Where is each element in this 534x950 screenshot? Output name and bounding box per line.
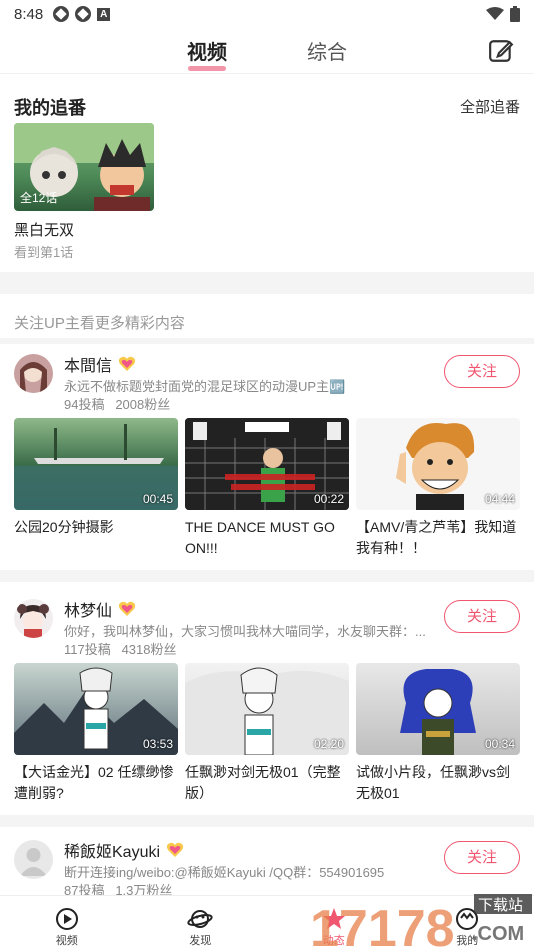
video-title[interactable]: 试做小片段，任飘渺vs剑无极01: [356, 762, 520, 804]
up-description: 断开连接ing/weibo:@稀飯姬Kayuki /QQ群：554901695: [64, 865, 385, 880]
video-item[interactable]: 04:44 【AMV/青之芦苇】我知道我有种！！: [356, 418, 520, 559]
wifi-icon: [486, 7, 504, 20]
episode-count: 全12话: [20, 191, 58, 205]
follow-button[interactable]: 关注: [444, 841, 520, 874]
video-title[interactable]: 任飘渺对剑无极01（完整版）: [185, 762, 349, 804]
anime-progress: 看到第1话: [14, 245, 74, 260]
up-name[interactable]: 本間信: [64, 352, 112, 376]
post-count: 94投稿: [64, 397, 105, 412]
video-duration: 02:20: [313, 737, 344, 751]
section-divider: [0, 338, 534, 344]
follow-hint: 关注UP主看更多精彩内容: [14, 315, 185, 332]
video-thumbnail[interactable]: 03:53: [14, 663, 178, 755]
video-title[interactable]: 【大话金光】02 任缥缈惨遭削弱?: [14, 762, 178, 804]
video-duration: 00:45: [142, 492, 173, 506]
video-thumbnail[interactable]: 00:45: [14, 418, 178, 510]
up-description: 永远不做标题党封面党的混足球区的动漫UP主🆙: [64, 379, 346, 394]
section-divider: [0, 272, 534, 294]
video-duration: 00:34: [484, 737, 515, 751]
avatar[interactable]: [14, 599, 53, 638]
video-thumbnail[interactable]: 02:20: [185, 663, 349, 755]
up-name[interactable]: 林梦仙: [64, 597, 112, 621]
status-bar: 8:48 A: [0, 0, 534, 28]
heart-badge-icon: [118, 601, 136, 616]
follow-button[interactable]: 关注: [444, 600, 520, 633]
video-item[interactable]: 00:34 试做小片段，任飘渺vs剑无极01: [356, 663, 520, 804]
nav-label: 视频: [55, 935, 78, 947]
nav-discover[interactable]: 发现: [134, 896, 268, 950]
video-item[interactable]: 02:20 任飘渺对剑无极01（完整版）: [185, 663, 349, 804]
fan-count: 2008粉丝: [115, 397, 171, 412]
up-name-row: 本間信: [64, 352, 136, 376]
edit-icon[interactable]: [488, 38, 514, 64]
up-stats: 117投稿 4318粉丝: [64, 639, 177, 658]
video-thumbnail[interactable]: 00:34: [356, 663, 520, 755]
video-thumbnail[interactable]: 04:44: [356, 418, 520, 510]
notification-icon: [75, 6, 92, 22]
up-card: 林梦仙 你好，我叫林梦仙，大家习惯叫我林大喵同学，水友聊天群：... 117投稿…: [0, 599, 534, 815]
watermark-text: 17178: [310, 900, 455, 950]
heart-badge-icon: [166, 842, 184, 857]
my-following-section: 我的追番 全部追番 全12话 黑白无双 看到第1话: [0, 76, 534, 272]
tab-video[interactable]: 视频: [147, 36, 267, 65]
nav-video[interactable]: 视频: [0, 896, 134, 950]
video-thumbnail[interactable]: 00:22: [185, 418, 349, 510]
up-stats: 94投稿 2008粉丝: [64, 394, 170, 413]
notification-a-icon: A: [97, 7, 111, 21]
avatar[interactable]: [14, 354, 53, 393]
notification-icon: [53, 6, 70, 22]
section-title: 我的追番: [14, 98, 86, 118]
video-item[interactable]: 03:53 【大话金光】02 任缥缈惨遭削弱?: [14, 663, 178, 804]
watermark-domain: .COM: [472, 923, 524, 945]
up-description: 你好，我叫林梦仙，大家习惯叫我林大喵同学，水友聊天群：...: [64, 624, 426, 639]
video-title[interactable]: THE DANCE MUST GO ON!!!: [185, 517, 349, 559]
video-title[interactable]: 公园20分钟摄影: [14, 517, 178, 559]
watermark-sub: 下载站: [478, 896, 523, 914]
video-item[interactable]: 00:45 公园20分钟摄影: [14, 418, 178, 559]
up-name[interactable]: 稀飯姬Kayuki: [64, 838, 160, 862]
video-duration: 04:44: [484, 492, 515, 506]
all-following-link[interactable]: 全部追番: [460, 96, 520, 117]
fan-count: 4318粉丝: [121, 642, 177, 657]
nav-label: 发现: [189, 935, 212, 947]
tab-comprehensive[interactable]: 综合: [267, 36, 387, 65]
video-list: 03:53 【大话金光】02 任缥缈惨遭削弱? 02:20 任飘渺对剑无极01（…: [14, 663, 520, 804]
follow-button[interactable]: 关注: [444, 355, 520, 388]
battery-icon: [510, 6, 520, 22]
top-tabs: 视频 综合: [0, 28, 534, 74]
up-name-row: 稀飯姬Kayuki: [64, 838, 184, 862]
video-list: 00:45 公园20分钟摄影 00:22 THE DANCE MUST GO O…: [14, 418, 520, 559]
anime-title[interactable]: 黑白无双: [14, 219, 74, 240]
heart-badge-icon: [118, 356, 136, 371]
up-card: 本間信 永远不做标题党封面党的混足球区的动漫UP主🆙 94投稿 2008粉丝 关…: [0, 354, 534, 564]
video-duration: 00:22: [313, 492, 344, 506]
play-circle-icon: [55, 908, 78, 930]
status-time: 8:48: [14, 5, 44, 23]
up-card: 稀飯姬Kayuki 断开连接ing/weibo:@稀飯姬Kayuki /QQ群：…: [0, 838, 534, 898]
video-item[interactable]: 00:22 THE DANCE MUST GO ON!!!: [185, 418, 349, 559]
up-name-row: 林梦仙: [64, 597, 136, 621]
site-watermark: 17178 下载站 .COM: [310, 890, 534, 950]
post-count: 117投稿: [64, 642, 111, 657]
avatar[interactable]: [14, 840, 53, 879]
video-duration: 03:53: [142, 737, 173, 751]
anime-cover[interactable]: 全12话: [14, 123, 154, 211]
video-title[interactable]: 【AMV/青之芦苇】我知道我有种！！: [356, 517, 520, 559]
section-divider: [0, 815, 534, 827]
planet-icon: [187, 910, 213, 928]
section-divider: [0, 570, 534, 582]
